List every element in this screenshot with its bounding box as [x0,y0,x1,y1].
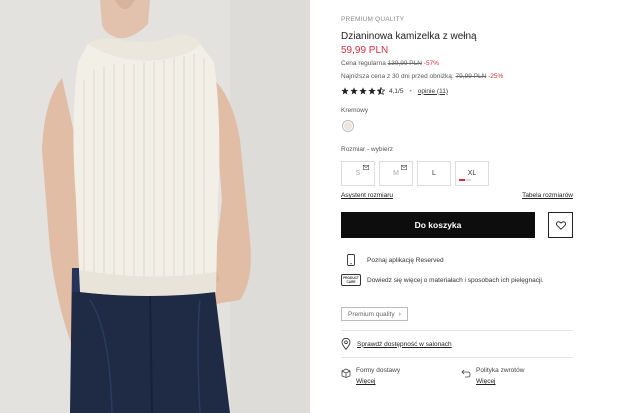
premium-quality-label: PREMIUM QUALITY [341,16,405,23]
product-care-icon: PRODUCT CARE [341,273,361,287]
premium-quality-button-label: Premium quality [348,310,395,318]
rating-stars [341,87,385,95]
divider [341,330,573,331]
rating-separator: • [409,87,412,95]
return-arrow-icon [461,369,471,378]
returns-title: Polityka zwrotów [476,367,525,374]
size-option-l[interactable]: L [417,161,451,186]
swatch-fill [344,122,352,130]
size-option-xl[interactable]: XL [455,161,489,186]
reviews-link[interactable]: opinie (11) [418,88,448,95]
product-title: Dzianinowa kamizelka z wełną [341,31,477,42]
add-to-cart-button[interactable]: Do koszyka [341,212,535,238]
app-promo-text: Poznaj aplikację Reserved [367,256,444,264]
size-option-label: M [393,170,399,177]
rating-row: 4,1/5 • opinie (11) [341,87,448,95]
delivery-title: Formy dostawy [356,367,401,374]
regular-price-label: Cena regularna [341,60,386,67]
store-availability-row[interactable]: Sprawdź dostępność w salonach [341,338,452,350]
star-icon [368,87,376,95]
color-name: Kremowy [341,107,369,114]
size-option-s[interactable]: S [341,161,375,186]
divider [341,357,573,358]
rating-score: 4,1/5 [389,87,404,95]
chevron-right-icon: › [398,310,401,318]
size-option-m[interactable]: M [379,161,413,186]
low-stock-indicator [459,179,471,181]
size-label: Rozmiar - wybierz [341,146,394,153]
phone-icon [341,253,361,267]
product-care-text: Dowiedz się więcej o materiałach i sposo… [367,276,544,284]
lowest-price-line: Najniższa cena z 30 dni przed obniżką: 7… [341,73,503,80]
lowest-price-label: Najniższa cena z 30 dni przed obniżką: [341,73,454,80]
lowest-discount: -25% [488,73,504,80]
star-icon [359,87,367,95]
size-table-link[interactable]: Tabela rozmiarów [522,192,573,199]
half-star-icon [377,87,385,95]
heart-icon [555,220,566,230]
premium-quality-button[interactable]: Premium quality › [341,307,408,321]
size-option-label: XL [467,170,477,177]
delivery-info: Formy dostawy Więcej [341,367,400,385]
delivery-box-icon [341,368,351,378]
favorite-button[interactable] [548,212,573,238]
regular-price-value: 139,99 PLN [387,60,422,67]
app-promo-row[interactable]: Poznaj aplikację Reserved [341,253,444,267]
lowest-price-value: 79,99 PLN [455,73,487,80]
product-care-row[interactable]: PRODUCT CARE Dowiedz się więcej o materia… [341,273,544,287]
product-info-panel: PREMIUM QUALITY Dzianinowa kamizelka z w… [341,0,581,413]
product-price: 59,99 PLN [341,45,389,56]
size-option-label: S [355,170,361,177]
returns-more-link[interactable]: Więcej [476,378,524,385]
returns-info: Polityka zwrotów Więcej [461,367,524,385]
regular-price-line: Cena regularna 139,99 PLN -57% [341,60,439,67]
envelope-icon [401,165,407,170]
envelope-icon [363,165,369,170]
care-badge-line2: CARE [346,280,356,284]
size-selector: S M L XL [341,161,489,186]
delivery-more-link[interactable]: Więcej [356,378,400,385]
color-swatch-cream[interactable] [342,120,354,132]
product-photo[interactable] [0,0,310,413]
store-availability-link: Sprawdź dostępność w salonach [357,340,452,348]
regular-discount: -57% [423,60,439,67]
star-icon [350,87,358,95]
star-icon [341,87,349,95]
location-pin-icon [341,338,351,350]
size-assistant-link[interactable]: Asystent rozmiaru [341,192,393,199]
size-option-label: L [432,170,436,177]
